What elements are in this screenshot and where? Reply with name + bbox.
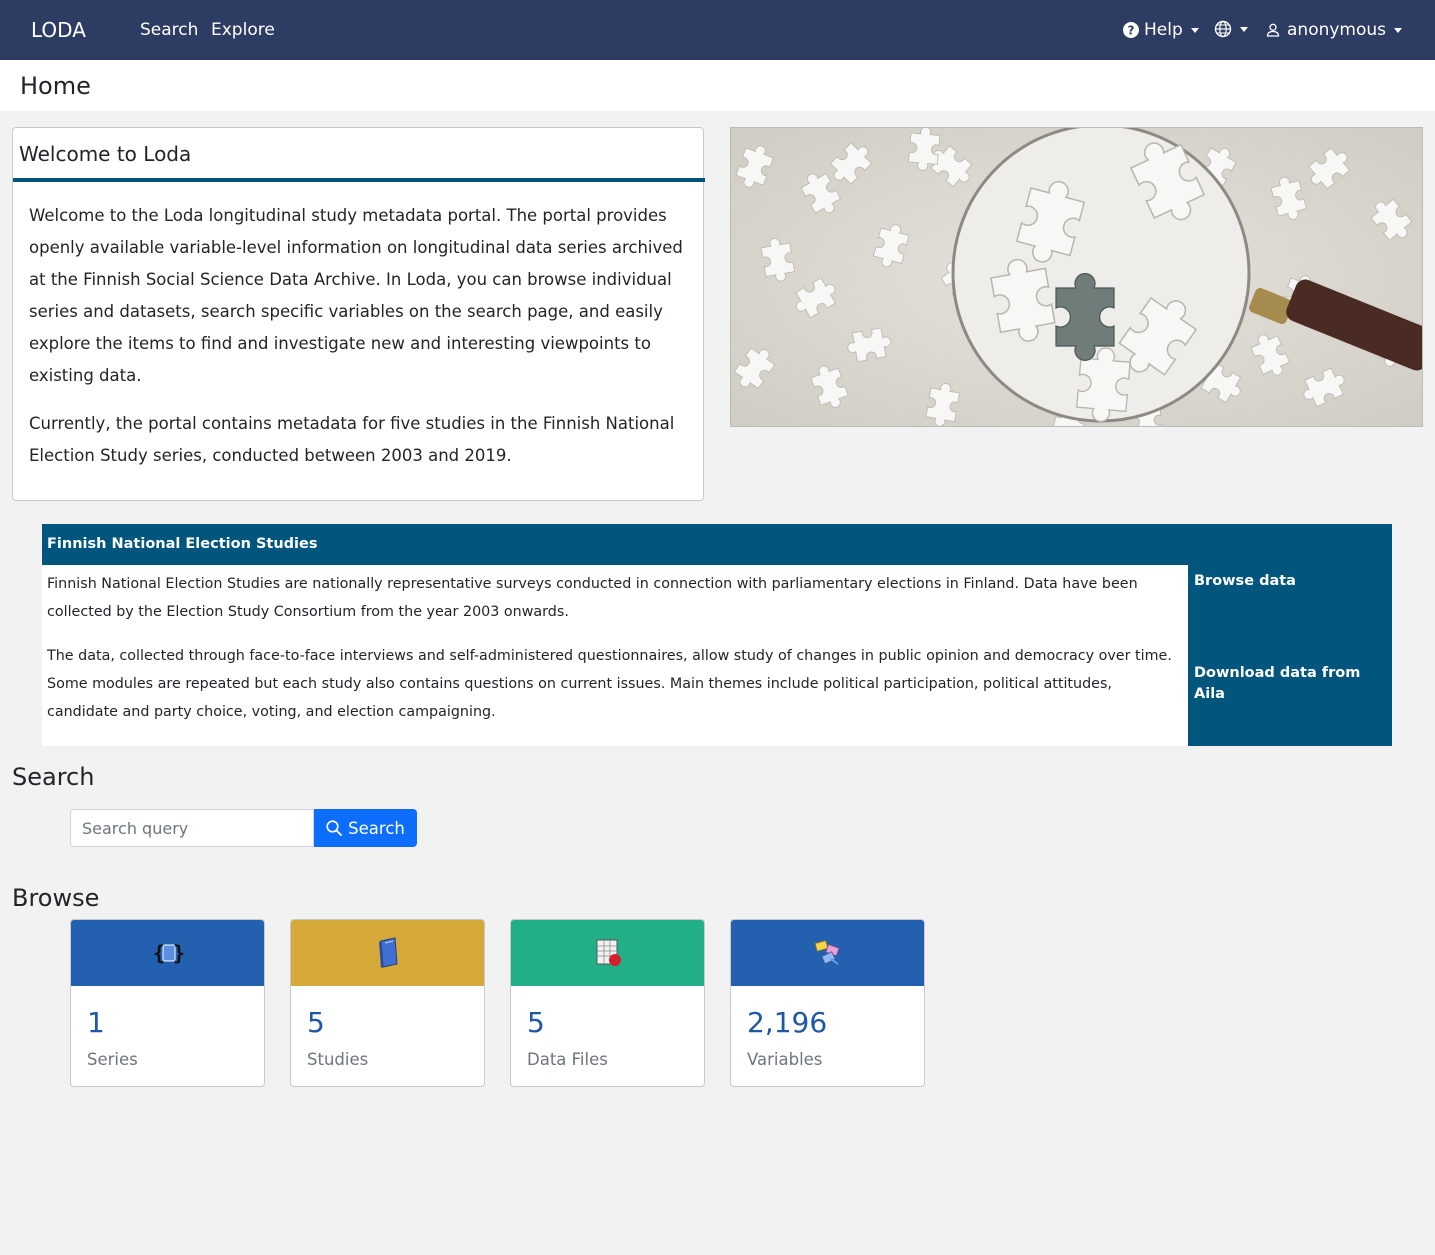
chevron-down-icon	[1190, 27, 1199, 33]
series-description: Finnish National Election Studies are na…	[42, 565, 1188, 746]
welcome-divider	[13, 178, 705, 182]
navbar: LODA Search Explore ? Help anonymous	[0, 0, 1435, 60]
browse-data-link[interactable]: Browse data	[1194, 571, 1384, 592]
series-header: Finnish National Election Studies	[42, 524, 1392, 565]
variables-label: Variables	[747, 1050, 823, 1069]
data-files-icon	[596, 939, 621, 966]
user-name: anonymous	[1287, 20, 1387, 40]
question-circle-icon: ?	[1123, 22, 1139, 38]
browse-card-series[interactable]: { } 1 Series	[70, 919, 265, 1087]
browse-card-data-files[interactable]: 5 Data Files	[510, 919, 705, 1087]
studies-icon	[378, 937, 398, 968]
welcome-title: Welcome to Loda	[19, 142, 192, 166]
person-icon	[1266, 23, 1280, 37]
data-files-label: Data Files	[527, 1050, 608, 1069]
data-files-count: 5	[527, 1006, 545, 1039]
series-paragraph-1: Finnish National Election Studies are na…	[47, 576, 1138, 620]
variables-icon	[814, 940, 840, 965]
search-icon	[326, 820, 343, 836]
search-button-label: Search	[348, 818, 405, 838]
series-icon: { }	[153, 941, 185, 965]
user-menu[interactable]: anonymous	[1266, 20, 1403, 40]
welcome-paragraph-1: Welcome to the Loda longitudinal study m…	[29, 206, 683, 385]
help-menu[interactable]: ? Help	[1123, 20, 1199, 40]
brand-logo[interactable]: LODA	[31, 18, 86, 42]
nav-explore-link[interactable]: Explore	[211, 20, 275, 40]
variables-count: 2,196	[747, 1006, 828, 1039]
svg-text:}: }	[173, 941, 185, 965]
chevron-down-icon	[1240, 26, 1248, 32]
welcome-paragraph-2: Currently, the portal contains metadata …	[29, 414, 675, 465]
studies-count: 5	[307, 1006, 325, 1039]
hero-image-puzzle-magnifier	[730, 127, 1423, 427]
chevron-down-icon	[1394, 27, 1403, 33]
series-label: Series	[87, 1050, 138, 1069]
browse-card-header	[731, 920, 924, 986]
search-button[interactable]: Search	[314, 809, 417, 847]
download-data-aila-link[interactable]: Download data from Aila	[1194, 663, 1384, 705]
browse-card-header	[511, 920, 704, 986]
browse-card-header	[291, 920, 484, 986]
welcome-card: Welcome to Loda Welcome to the Loda long…	[12, 127, 705, 501]
page-header: Home	[0, 60, 1435, 111]
language-menu[interactable]	[1214, 20, 1248, 38]
series-panel: Finnish National Election Studies Finnis…	[42, 524, 1392, 746]
globe-icon	[1214, 20, 1232, 38]
browse-card-studies[interactable]: 5 Studies	[290, 919, 485, 1087]
help-label: Help	[1144, 20, 1183, 40]
series-count: 1	[87, 1006, 105, 1039]
studies-label: Studies	[307, 1050, 369, 1069]
browse-card-header: { }	[71, 920, 264, 986]
series-links: Browse data Download data from Aila	[1188, 565, 1392, 746]
series-paragraph-2: The data, collected through face-to-face…	[47, 648, 1172, 720]
svg-text:?: ?	[1128, 24, 1135, 38]
page-title: Home	[20, 72, 91, 100]
search-section-title: Search	[12, 763, 95, 791]
nav-search-link[interactable]: Search	[140, 20, 198, 40]
search-input[interactable]	[70, 809, 314, 847]
series-title: Finnish National Election Studies	[47, 536, 318, 552]
browse-card-variables[interactable]: 2,196 Variables	[730, 919, 925, 1087]
browse-section-title: Browse	[12, 884, 100, 912]
